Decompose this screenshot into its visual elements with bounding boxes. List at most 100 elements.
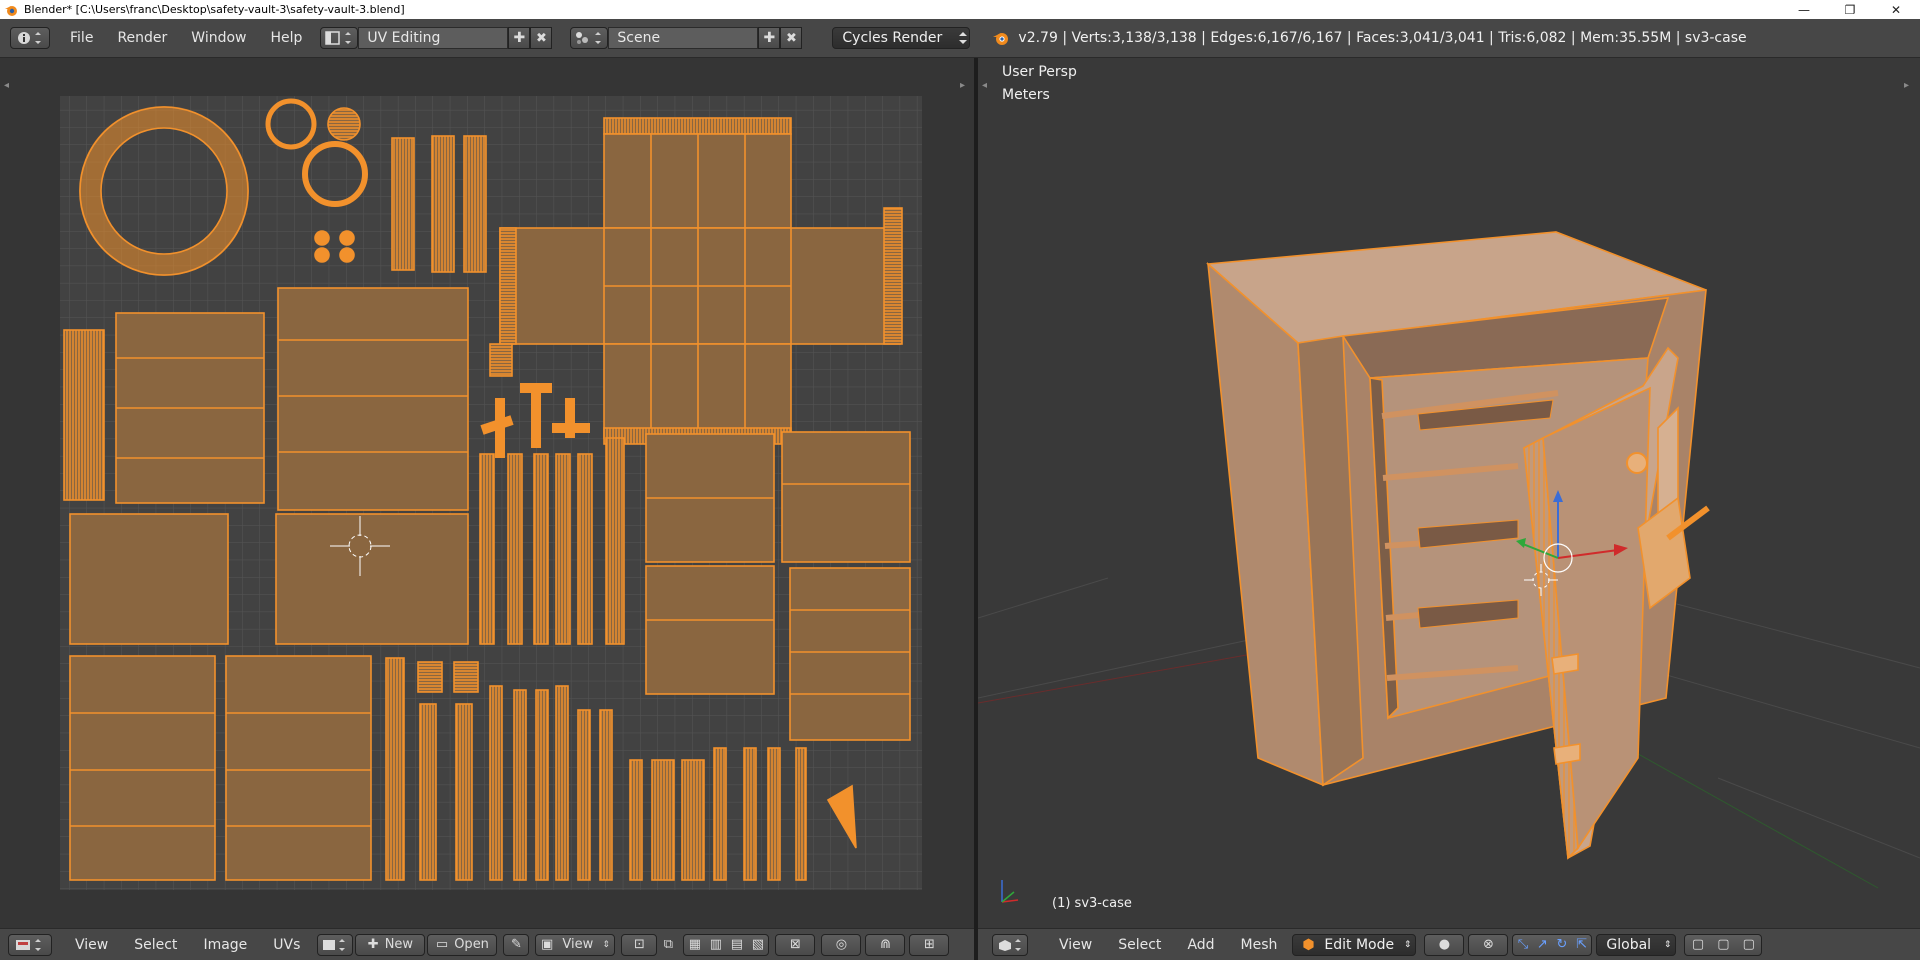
uv-image-editor[interactable]: ◂ ▸ xyxy=(0,58,974,928)
chevron-updown-icon: ⇕ xyxy=(1663,939,1672,950)
open-image-button[interactable]: ▭ Open xyxy=(427,933,498,956)
snap-icon: ⋒ xyxy=(879,937,891,952)
manipulator-toggle-icon[interactable]: ⤡ xyxy=(1518,937,1528,952)
maximize-button[interactable]: ❐ xyxy=(1827,0,1873,19)
editor-mode-dropdown[interactable]: ▣ View ⇕ xyxy=(535,933,616,956)
uv-select-mode-group[interactable]: ▦ ▥ ▤ ▧ xyxy=(683,933,770,956)
vertex-select-icon[interactable]: ▦ xyxy=(689,937,701,952)
delete-screen-button[interactable]: ✖ xyxy=(530,27,553,49)
edit-mode-icon: ⬢ xyxy=(1302,936,1315,953)
add-scene-button[interactable]: ✚ xyxy=(758,27,781,49)
add-screen-button[interactable]: ✚ xyxy=(508,27,531,49)
open-image-label: Open xyxy=(454,937,489,952)
render-engine-label: Cycles Render xyxy=(842,30,943,46)
render-engine-dropdown[interactable]: Cycles Render xyxy=(832,27,971,49)
layer-buttons[interactable]: ▢ ▢ ▢ xyxy=(1684,933,1763,956)
view-mode-icon: ▣ xyxy=(540,937,554,952)
plus-icon: ✚ xyxy=(367,937,379,952)
sticky-selection-dropdown[interactable]: ⊠ xyxy=(775,933,816,956)
plus-icon: ✚ xyxy=(763,30,776,46)
menu-file[interactable]: File xyxy=(58,30,105,46)
close-icon: ✖ xyxy=(535,30,547,46)
editor-type-image-button[interactable] xyxy=(8,933,52,956)
pin-image-button[interactable]: ✎ xyxy=(503,933,530,956)
folder-icon: ▭ xyxy=(435,937,449,952)
image-browse-icon xyxy=(323,938,346,951)
menu-help[interactable]: Help xyxy=(258,30,314,46)
window-title: Blender* [C:\Users\franc\Desktop\safety-… xyxy=(24,3,405,16)
screen-layout-selector[interactable] xyxy=(320,27,359,49)
uv-canvas[interactable] xyxy=(0,58,974,928)
menu-view[interactable]: View xyxy=(62,937,121,953)
snap-target-button[interactable]: ⊞ xyxy=(909,933,950,956)
layer-icon[interactable]: ▢ xyxy=(1692,937,1704,952)
delete-scene-button[interactable]: ✖ xyxy=(780,27,803,49)
new-image-button[interactable]: ✚ New xyxy=(355,933,426,956)
menu-image[interactable]: Image xyxy=(190,937,260,953)
info-header: File Render Window Help UV Editing ✚ ✖ S… xyxy=(0,19,1920,58)
snap-button[interactable]: ⋒ xyxy=(865,933,906,956)
layer-icon[interactable]: ▢ xyxy=(1743,937,1755,952)
viewport-canvas[interactable] xyxy=(978,58,1920,928)
3d-view-header: View Select Add Mesh ⬢ Edit Mode ⇕ ● ⊗ ⤡… xyxy=(978,928,1920,960)
screen-layout-name-field[interactable]: UV Editing xyxy=(358,27,509,49)
pivot-icon: ⊡ xyxy=(633,937,645,952)
edge-select-icon[interactable]: ▥ xyxy=(710,937,722,952)
chevron-updown-icon: ⇕ xyxy=(602,939,610,950)
close-window-button[interactable]: ✕ xyxy=(1873,0,1919,19)
scene-name-field[interactable]: Scene xyxy=(608,27,759,49)
new-image-label: New xyxy=(384,937,414,952)
orientation-label: Global xyxy=(1606,936,1652,953)
editor-mode-label: View xyxy=(562,937,594,952)
sticky-icon: ⊠ xyxy=(789,937,801,952)
menu-mesh[interactable]: Mesh xyxy=(1228,937,1291,953)
menu-select[interactable]: Select xyxy=(1105,937,1174,953)
sync-selection-button[interactable]: ⧉ xyxy=(657,934,679,956)
pivot-icon: ⊗ xyxy=(1482,937,1494,952)
safe-mesh xyxy=(1206,231,1710,860)
close-icon: ✖ xyxy=(785,30,797,46)
editor-type-3dview-button[interactable] xyxy=(992,933,1028,956)
viewport-shading-dropdown[interactable]: ● xyxy=(1424,933,1465,956)
axis-gizmo-icon xyxy=(1001,880,1019,903)
face-select-icon[interactable]: ▤ xyxy=(731,937,743,952)
scene-icon xyxy=(576,32,602,44)
layer-icon[interactable]: ▢ xyxy=(1717,937,1729,952)
snap-target-icon: ⊞ xyxy=(923,937,935,952)
image-editor-icon xyxy=(16,938,41,951)
plus-icon: ✚ xyxy=(513,30,526,46)
minimize-button[interactable]: — xyxy=(1781,0,1827,19)
scale-icon[interactable]: ⇱ xyxy=(1576,937,1587,952)
3d-viewport[interactable]: ◂ ▸ User Persp Meters (1) sv3-case xyxy=(978,58,1920,928)
pivot-point-button[interactable]: ⊡ xyxy=(621,933,658,956)
solid-shading-icon: ● xyxy=(1438,937,1451,952)
translate-icon[interactable]: ↗ xyxy=(1537,937,1548,952)
menu-window[interactable]: Window xyxy=(179,30,258,46)
island-select-icon[interactable]: ▧ xyxy=(752,937,764,952)
proportional-icon: ◎ xyxy=(835,937,848,952)
menu-view[interactable]: View xyxy=(1046,937,1105,953)
proportional-edit-button[interactable]: ◎ xyxy=(821,933,862,956)
editor-type-info-button[interactable] xyxy=(10,27,50,49)
uv-editor-header: View Select Image UVs ✚ New ▭ Open ✎ ▣ View… xyxy=(0,928,974,960)
pin-icon: ✎ xyxy=(510,937,522,952)
scene-statistics: v2.79 | Verts:3,138/3,138 | Edges:6,167/… xyxy=(1018,30,1747,46)
menu-select[interactable]: Select xyxy=(121,937,190,953)
sync-icon: ⧉ xyxy=(663,937,674,952)
blender-logo-icon xyxy=(5,5,17,16)
chevron-updown-icon: ⇕ xyxy=(1403,939,1412,950)
scene-selector[interactable] xyxy=(570,27,609,49)
menu-uvs[interactable]: UVs xyxy=(260,937,313,953)
menu-add[interactable]: Add xyxy=(1174,937,1227,953)
interaction-mode-label: Edit Mode xyxy=(1324,936,1395,953)
interaction-mode-dropdown[interactable]: ⬢ Edit Mode ⇕ xyxy=(1292,933,1417,956)
blender-logo-icon xyxy=(993,33,1009,45)
image-browse-button[interactable] xyxy=(317,933,354,956)
rotate-icon[interactable]: ↻ xyxy=(1557,937,1568,952)
chevron-updown-icon xyxy=(959,32,968,44)
info-icon xyxy=(18,32,41,44)
transform-orientation-dropdown[interactable]: Global ⇕ xyxy=(1596,933,1677,956)
manipulator-group[interactable]: ⤡ ↗ ↻ ⇱ xyxy=(1512,933,1593,956)
pivot-point-dropdown[interactable]: ⊗ xyxy=(1468,933,1509,956)
menu-render[interactable]: Render xyxy=(105,30,179,46)
